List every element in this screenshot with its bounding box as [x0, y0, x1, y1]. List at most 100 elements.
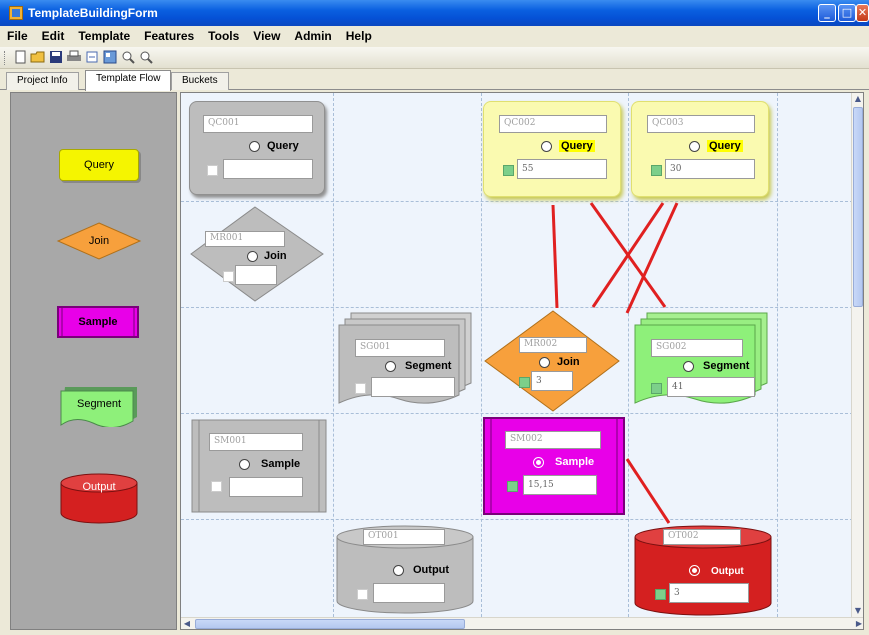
node-radio[interactable] [683, 361, 694, 372]
node-checkbox[interactable] [357, 589, 368, 600]
node-qc003[interactable]: QC003 Query 30 [631, 101, 769, 197]
node-radio[interactable] [689, 141, 700, 152]
menu-features[interactable]: Features [137, 27, 201, 43]
node-radio[interactable] [533, 457, 544, 468]
node-name-field[interactable]: OT002 [663, 529, 741, 545]
node-checkbox[interactable] [355, 383, 366, 394]
node-checkbox[interactable] [651, 165, 662, 176]
node-name-field[interactable]: QC002 [499, 115, 607, 133]
menu-tools[interactable]: Tools [201, 27, 246, 43]
node-name-field[interactable]: MR001 [205, 231, 285, 247]
node-ot001[interactable]: OT001 Output [335, 525, 475, 615]
node-value-field[interactable] [235, 265, 277, 285]
flow-canvas[interactable]: QC001 Query QC002 Query 55 QC003 Query 3… [180, 92, 864, 630]
save-icon[interactable] [48, 50, 64, 66]
scroll-right-icon[interactable]: ▶ [853, 618, 863, 629]
menu-view[interactable]: View [246, 27, 287, 43]
node-value-field[interactable] [373, 583, 445, 603]
zoom-fit-icon[interactable] [84, 50, 100, 66]
node-value-field[interactable] [223, 159, 313, 179]
node-qc002[interactable]: QC002 Query 55 [483, 101, 621, 197]
node-value-field[interactable]: 55 [517, 159, 607, 179]
node-checkbox[interactable] [207, 165, 218, 176]
node-radio[interactable] [249, 141, 260, 152]
maximize-button[interactable]: □ [838, 4, 856, 22]
palette-query[interactable]: Query [59, 149, 139, 181]
node-radio[interactable] [539, 357, 550, 368]
node-sg001[interactable]: SG001 Segment [335, 311, 475, 411]
menu-admin[interactable]: Admin [287, 27, 338, 43]
connector-sm002-ot002[interactable] [625, 458, 671, 524]
node-radio[interactable] [247, 251, 258, 262]
node-mr001[interactable]: MR001 Join [189, 205, 325, 303]
palette-sample[interactable]: Sample [56, 305, 140, 339]
node-radio[interactable] [239, 459, 250, 470]
menu-help[interactable]: Help [339, 27, 379, 43]
node-name-field[interactable]: QC001 [203, 115, 313, 133]
node-value-field[interactable] [229, 477, 303, 497]
node-mr002[interactable]: MR002 Join 3 [483, 309, 621, 413]
node-name-field[interactable]: SM002 [505, 431, 601, 449]
node-qc001[interactable]: QC001 Query [189, 101, 325, 195]
palette-segment[interactable]: Segment [59, 385, 139, 427]
toolbar-grip[interactable] [4, 51, 7, 65]
node-radio[interactable] [393, 565, 404, 576]
vertical-scroll-thumb[interactable] [853, 107, 863, 307]
tab-template-flow[interactable]: Template Flow [85, 70, 172, 91]
node-name-field[interactable]: QC003 [647, 115, 755, 133]
node-radio[interactable] [541, 141, 552, 152]
node-name-field[interactable]: SG002 [651, 339, 743, 357]
shape-palette: Query Join Sample Segment Output [10, 92, 177, 630]
menu-template[interactable]: Template [71, 27, 137, 43]
node-checkbox[interactable] [507, 481, 518, 492]
node-checkbox[interactable] [223, 271, 234, 282]
node-value-field[interactable]: 15,15 [523, 475, 597, 495]
node-ot002[interactable]: OT002 Output 3 [633, 525, 773, 617]
node-sm002[interactable]: SM002 Sample 15,15 [483, 417, 625, 515]
connector-qc002-mr002[interactable] [551, 204, 559, 309]
node-value-field[interactable]: 3 [669, 583, 749, 603]
node-sg002[interactable]: SG002 Segment 41 [631, 311, 771, 413]
node-sm001[interactable]: SM001 Sample [191, 419, 327, 513]
zoom-in-icon[interactable] [120, 50, 136, 66]
node-value-field[interactable]: 3 [531, 371, 573, 391]
node-checkbox[interactable] [651, 383, 662, 394]
node-checkbox[interactable] [211, 481, 222, 492]
palette-output[interactable]: Output [59, 473, 139, 525]
node-name-field[interactable]: MR002 [519, 337, 587, 353]
node-name-field[interactable]: SM001 [209, 433, 303, 451]
zoom-out-icon[interactable] [138, 50, 154, 66]
menu-file[interactable]: File [0, 27, 35, 43]
window-title: TemplateBuildingForm [28, 6, 158, 20]
vertical-scrollbar[interactable]: ▲ ▼ [851, 93, 863, 617]
node-name-field[interactable]: SG001 [355, 339, 445, 357]
node-value-field[interactable]: 41 [667, 377, 755, 397]
open-folder-icon[interactable] [30, 50, 46, 66]
node-value-field[interactable]: 30 [665, 159, 755, 179]
node-value-field[interactable] [371, 377, 455, 397]
node-checkbox[interactable] [519, 377, 530, 388]
horizontal-scroll-thumb[interactable] [195, 619, 465, 629]
scroll-up-icon[interactable]: ▲ [852, 93, 863, 105]
scroll-down-icon[interactable]: ▼ [852, 605, 863, 617]
scroll-left-icon[interactable]: ◀ [181, 618, 193, 629]
node-radio[interactable] [385, 361, 396, 372]
horizontal-scrollbar[interactable]: ◀ ▶ [181, 617, 863, 629]
tab-buckets[interactable]: Buckets [171, 72, 229, 90]
node-type-label: Output [711, 566, 744, 577]
node-checkbox[interactable] [503, 165, 514, 176]
node-checkbox[interactable] [655, 589, 666, 600]
node-type-label: Segment [405, 360, 452, 372]
title-bar[interactable]: TemplateBuildingForm _ □ ✕ [0, 0, 869, 26]
node-radio[interactable] [689, 565, 700, 576]
print-icon[interactable] [66, 50, 82, 66]
close-button[interactable]: ✕ [856, 4, 869, 22]
join-diamond-icon [484, 310, 620, 412]
menu-edit[interactable]: Edit [35, 27, 72, 43]
node-name-field[interactable]: OT001 [363, 529, 445, 545]
tab-project-info[interactable]: Project Info [6, 72, 79, 90]
layout-icon[interactable] [102, 50, 118, 66]
palette-join[interactable]: Join [56, 221, 142, 261]
minimize-button[interactable]: _ [818, 4, 836, 22]
new-file-icon[interactable] [12, 50, 28, 66]
